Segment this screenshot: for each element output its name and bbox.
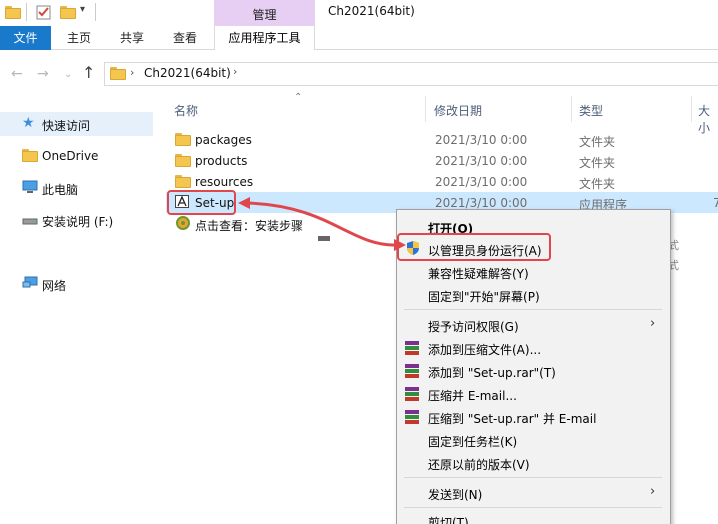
menu-item-compatibility[interactable]: 兼容性疑难解答(Y)	[428, 265, 529, 282]
menu-item-compress-to-rar-and-email[interactable]: 压缩到 "Set-up.rar" 并 E-mail	[428, 410, 596, 427]
forward-arrow-icon[interactable]: →	[37, 66, 49, 82]
submenu-arrow-icon: ›	[650, 484, 656, 499]
winrar-icon	[404, 386, 420, 402]
column-divider[interactable]	[571, 96, 572, 122]
file-date: 2021/3/10 0:00	[435, 154, 528, 168]
menu-item-send-to[interactable]: 发送到(N)	[428, 486, 482, 503]
divider	[95, 3, 96, 21]
properties-checkmark-icon[interactable]	[36, 4, 52, 20]
folder-icon	[5, 6, 21, 19]
tab-share[interactable]: 共享	[120, 26, 144, 50]
ribbon-tab-strip	[0, 26, 718, 50]
drive-icon	[22, 215, 38, 229]
file-name[interactable]: resources	[195, 175, 253, 189]
menu-item-restore-previous-versions[interactable]: 还原以前的版本(V)	[428, 456, 530, 473]
menu-item-compress-and-email[interactable]: 压缩并 E-mail...	[428, 387, 517, 404]
file-name[interactable]: products	[195, 154, 247, 168]
star-icon: ★	[22, 115, 35, 131]
menu-item-add-to-setup-rar[interactable]: 添加到 "Set-up.rar"(T)	[428, 364, 556, 381]
column-header-name[interactable]: 名称	[174, 102, 198, 119]
manage-tab-label[interactable]: 管理	[214, 6, 315, 23]
menu-item-add-to-archive[interactable]: 添加到压缩文件(A)...	[428, 341, 541, 358]
column-divider[interactable]	[691, 96, 692, 122]
browser-link-icon	[176, 216, 190, 233]
new-folder-icon[interactable]	[60, 6, 76, 19]
sort-ascending-icon: ⌃	[294, 92, 303, 103]
computer-icon	[22, 180, 38, 197]
recent-locations-chevron-icon[interactable]: ⌄	[64, 69, 72, 80]
sidebar-item-network[interactable]: 网络	[42, 277, 66, 294]
window-title: Ch2021(64bit)	[328, 4, 415, 18]
annotation-arrow-icon	[238, 197, 406, 251]
highlight-setup-box	[167, 190, 236, 215]
divider	[26, 3, 27, 21]
file-size: 7	[713, 196, 718, 210]
sidebar-item-this-pc[interactable]: 此电脑	[42, 181, 78, 198]
explorer-window: ▾ 管理 Ch2021(64bit) 文件 主页 共享 查看 应用程序工具 ← …	[0, 0, 718, 524]
column-header-date[interactable]: 修改日期	[434, 102, 482, 119]
breadcrumb-separator-icon[interactable]: ›	[130, 66, 134, 79]
menu-item-give-access[interactable]: 授予访问权限(G)	[428, 318, 519, 335]
sidebar-item-label[interactable]: 快速访问	[42, 117, 90, 134]
tab-view[interactable]: 查看	[173, 26, 197, 50]
menu-separator	[404, 507, 662, 508]
file-type: 文件夹	[579, 177, 616, 191]
tab-application-tools[interactable]: 应用程序工具	[214, 26, 315, 50]
column-divider[interactable]	[425, 96, 426, 122]
tab-home[interactable]: 主页	[67, 26, 91, 50]
menu-item-pin-to-taskbar[interactable]: 固定到任务栏(K)	[428, 433, 517, 450]
network-icon	[22, 276, 38, 293]
submenu-arrow-icon: ›	[650, 316, 656, 331]
up-arrow-icon[interactable]: ↑	[82, 63, 95, 82]
menu-separator	[404, 309, 662, 310]
file-type: 文件夹	[579, 135, 616, 149]
winrar-icon	[404, 363, 420, 379]
breadcrumb-chevron-icon[interactable]: ›	[233, 65, 237, 78]
file-date: 2021/3/10 0:00	[435, 175, 528, 189]
menu-item-cut[interactable]: 剪切(T)	[428, 514, 469, 524]
menu-separator	[404, 477, 662, 478]
file-date: 2021/3/10 0:00	[435, 133, 528, 147]
folder-icon	[110, 67, 126, 80]
menu-item-pin-to-start[interactable]: 固定到"开始"屏幕(P)	[428, 288, 540, 305]
winrar-icon	[404, 340, 420, 356]
file-date: 2021/3/10 0:00	[435, 196, 528, 210]
breadcrumb-current-folder[interactable]: Ch2021(64bit)	[144, 66, 231, 80]
column-header-type[interactable]: 类型	[579, 102, 603, 119]
folder-icon	[175, 154, 191, 167]
folder-icon	[175, 175, 191, 188]
sidebar-item-drive-f[interactable]: 安装说明 (F:)	[42, 213, 113, 230]
back-arrow-icon[interactable]: ←	[11, 66, 23, 82]
tab-file[interactable]: 文件	[0, 26, 51, 50]
sidebar-item-onedrive[interactable]: OneDrive	[42, 149, 98, 163]
highlight-run-as-admin-box	[397, 233, 551, 261]
file-name[interactable]: packages	[195, 133, 252, 147]
winrar-icon	[404, 409, 420, 425]
folder-icon	[22, 149, 38, 162]
file-type: 文件夹	[579, 156, 616, 170]
folder-icon	[175, 133, 191, 146]
quick-access-dropdown-icon[interactable]: ▾	[80, 4, 85, 15]
